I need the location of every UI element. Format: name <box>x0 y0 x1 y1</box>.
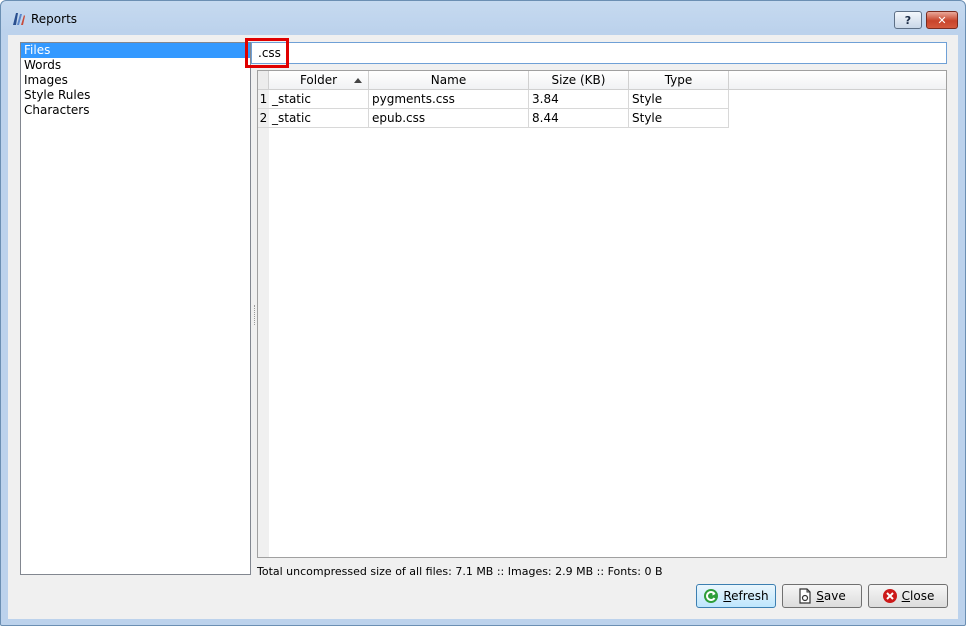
refresh-icon <box>704 589 719 603</box>
row-header-gutter <box>258 71 269 557</box>
help-icon: ? <box>904 13 912 27</box>
category-item-files[interactable]: Files <box>21 43 250 58</box>
table-corner[interactable] <box>258 71 269 90</box>
help-button[interactable]: ? <box>894 11 922 29</box>
column-header-folder[interactable]: Folder <box>269 71 369 90</box>
column-header-label: Folder <box>299 73 338 87</box>
refresh-button[interactable]: Refresh <box>696 584 776 608</box>
report-category-list[interactable]: Files Words Images Style Rules Character… <box>20 42 251 575</box>
window-title: Reports <box>31 12 78 26</box>
cell-size[interactable]: 3.84 <box>529 90 629 109</box>
close-button[interactable]: Close <box>868 584 948 608</box>
window-close-button[interactable]: ✕ <box>926 11 958 29</box>
cell-type[interactable]: Style <box>629 109 729 128</box>
category-item-characters[interactable]: Characters <box>21 103 250 118</box>
status-summary: Total uncompressed size of all files: 7.… <box>257 565 663 578</box>
cell-size[interactable]: 8.44 <box>529 109 629 128</box>
refresh-label: Refresh <box>723 589 769 603</box>
title-bar[interactable]: Reports ? ✕ <box>1 1 965 35</box>
cell-name[interactable]: epub.css <box>369 109 529 128</box>
cell-type[interactable]: Style <box>629 90 729 109</box>
cell-name[interactable]: pygments.css <box>369 90 529 109</box>
row-number[interactable]: 2 <box>258 109 269 128</box>
sigil-app-icon <box>13 13 25 25</box>
row-number[interactable]: 1 <box>258 90 269 109</box>
cell-folder[interactable]: _static <box>269 109 369 128</box>
files-table: Folder Name Size (KB) Type 1 _static pyg… <box>257 70 947 558</box>
close-icon: ✕ <box>937 13 947 27</box>
column-header-name[interactable]: Name <box>369 71 529 90</box>
column-header-size[interactable]: Size (KB) <box>529 71 629 90</box>
category-item-words[interactable]: Words <box>21 58 250 73</box>
filter-input[interactable] <box>251 42 947 64</box>
category-item-images[interactable]: Images <box>21 73 250 88</box>
category-item-style-rules[interactable]: Style Rules <box>21 88 250 103</box>
save-label: Save <box>816 589 846 603</box>
reports-window: Reports ? ✕ Files Words Images Style Rul… <box>0 0 966 626</box>
save-icon <box>799 588 811 604</box>
column-header-type[interactable]: Type <box>629 71 729 90</box>
save-button[interactable]: Save <box>782 584 862 608</box>
close-label: Close <box>901 589 935 603</box>
close-circle-icon <box>882 589 897 603</box>
dialog-body: Files Words Images Style Rules Character… <box>8 35 958 619</box>
cell-folder[interactable]: _static <box>269 90 369 109</box>
sort-ascending-icon <box>354 78 362 83</box>
